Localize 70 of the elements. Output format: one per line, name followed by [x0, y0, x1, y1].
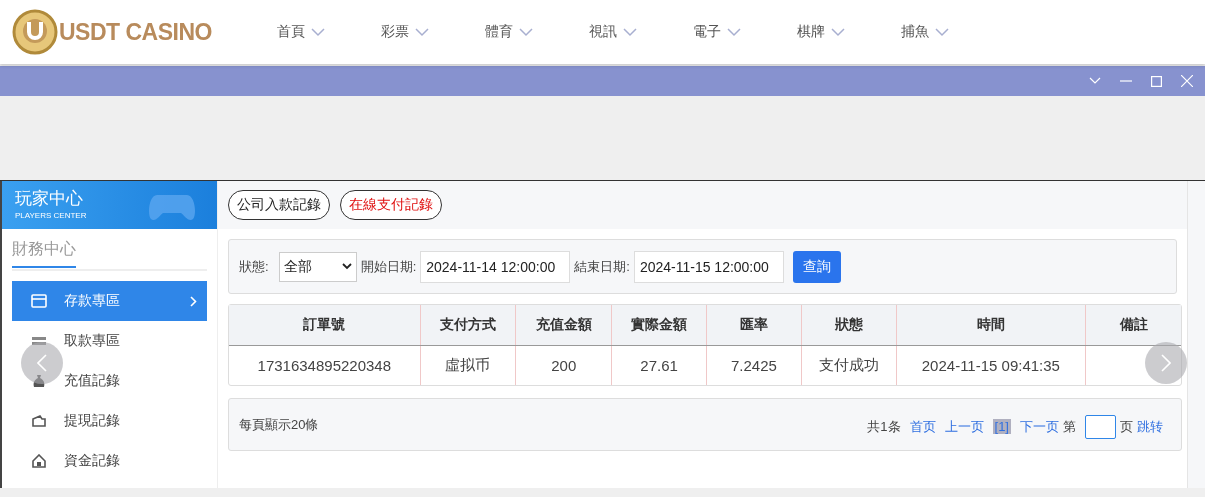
end-date-field[interactable]: 2024-11-15 12:00:00: [633, 250, 784, 283]
sidebar-menu-item[interactable]: 資金記錄: [12, 441, 207, 481]
nav-menu-item[interactable]: 彩票: [381, 23, 485, 41]
next-page-link[interactable]: 下一页: [1020, 417, 1059, 436]
caret-icon: [935, 27, 949, 37]
previous-page-link[interactable]: 上一页: [944, 417, 984, 436]
caret-icon: [727, 27, 741, 37]
caret-icon: [519, 27, 533, 37]
record-tab[interactable]: 公司入款記錄: [228, 190, 330, 220]
table-cell: 1731634895220348: [257, 357, 392, 374]
column-header: 實際金額: [612, 305, 707, 345]
status-label: 狀態:: [239, 257, 269, 276]
nav-menu-item[interactable]: 電子: [693, 23, 797, 41]
table-cell: 2024-11-15 09:41:35: [921, 357, 1060, 374]
column-header: 訂單號: [229, 305, 421, 345]
chevron-left-icon: [37, 354, 47, 372]
chevron-right-icon: [190, 295, 197, 307]
column-header: 狀態: [801, 305, 897, 345]
players-center-subtitle: PLAYERS CENTER: [15, 211, 87, 220]
first-page-link[interactable]: 首页: [909, 417, 936, 436]
table-cell: 7.2425: [730, 357, 777, 374]
nav-menu-item[interactable]: 首頁: [277, 23, 381, 41]
column-header: 支付方式: [420, 305, 517, 345]
column-header: 時間: [896, 305, 1087, 345]
caret-icon: [311, 27, 325, 37]
wallet-icon: [30, 415, 48, 427]
start-date-label: 開始日期:: [360, 257, 417, 276]
section-title: 財務中心: [12, 239, 76, 268]
logo-emblem-icon: [12, 9, 58, 55]
column-header: 充值金額: [516, 305, 613, 345]
column-header: 匯率: [707, 305, 802, 345]
table-cell: 27.61: [640, 357, 678, 374]
nav-menu-item[interactable]: 捕魚: [901, 23, 1005, 41]
house-icon: [30, 454, 48, 468]
carousel-next-button[interactable]: [1145, 342, 1187, 384]
card-icon: [30, 294, 48, 308]
maximize-icon[interactable]: [1151, 75, 1162, 87]
nav-menu-item[interactable]: 棋牌: [797, 23, 901, 41]
column-header: 備註: [1118, 315, 1149, 334]
start-date-field[interactable]: 2024-11-14 12:00:00: [420, 250, 571, 283]
sidebar-menu-item[interactable]: 充值記錄: [12, 361, 207, 401]
chevron-right-icon: [1161, 354, 1171, 372]
caret-icon: [415, 27, 429, 37]
table-cell: 支付成功: [818, 356, 879, 375]
query-button[interactable]: 查詢: [792, 250, 841, 283]
players-center-title: 玩家中心: [15, 189, 83, 209]
page-suffix: 页: [1120, 417, 1133, 436]
collapse-icon[interactable]: [1089, 77, 1101, 85]
cash-stack-icon: [30, 336, 48, 346]
carousel-previous-button[interactable]: [21, 342, 63, 384]
sidebar-menu-item[interactable]: 存款專區: [12, 281, 207, 321]
total-count: 共1条: [867, 417, 901, 436]
logo-text: USDT CASINO: [59, 18, 212, 46]
page-number-field[interactable]: [1085, 414, 1116, 439]
caret-icon: [831, 27, 845, 37]
table-cell: 200: [551, 357, 577, 374]
nav-menu-item[interactable]: 視訊: [589, 23, 693, 41]
per-page-text: 每頁顯示20條: [239, 415, 319, 434]
page-label: 第: [1063, 417, 1076, 436]
sidebar-menu-item[interactable]: 提現記錄: [12, 401, 207, 441]
status-dropdown[interactable]: 全部: [278, 251, 357, 282]
sidebar-menu-item[interactable]: 取款專區: [12, 321, 207, 361]
nav-menu-item[interactable]: 體育: [485, 23, 589, 41]
record-tab[interactable]: 在線支付記錄: [340, 190, 442, 220]
caret-icon: [341, 263, 352, 270]
jump-link[interactable]: 跳转: [1137, 417, 1163, 436]
table-cell: 虛拟币: [445, 356, 491, 375]
caret-icon: [623, 27, 637, 37]
end-date-label: 結束日期:: [574, 257, 630, 276]
close-icon[interactable]: [1181, 75, 1193, 87]
